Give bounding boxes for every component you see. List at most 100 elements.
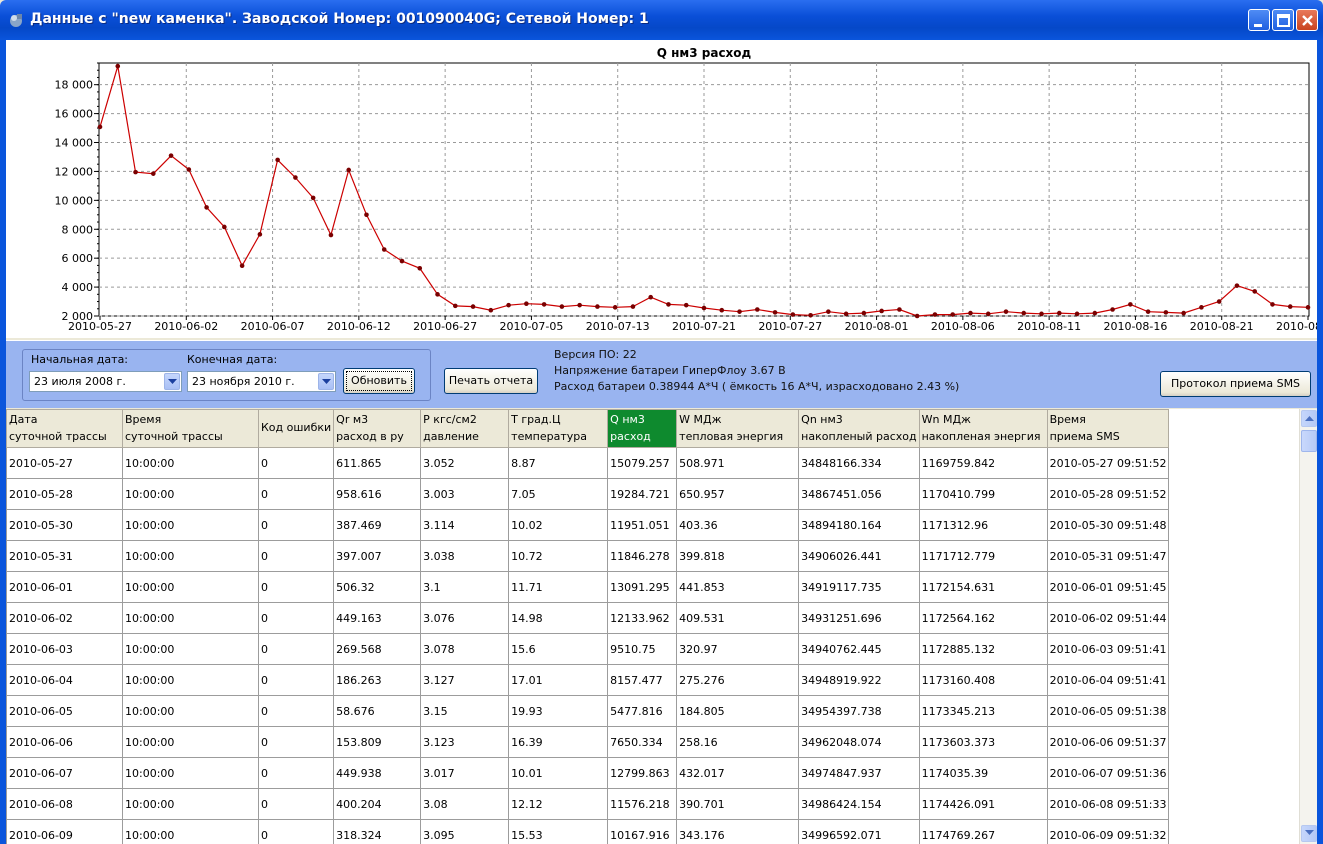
table-row[interactable]: 2010-06-05 10:00:00 0 58.676 3.15 19.93 5477.8… — [6, 695, 1170, 727]
table-cell[interactable]: 2010-06-09 — [6, 819, 123, 844]
column-header[interactable]: Дата суточной трассы — [6, 409, 123, 448]
column-header[interactable]: T град.Ц температура — [508, 409, 609, 448]
column-header[interactable]: Q нм3 расход — [607, 409, 678, 448]
table-row[interactable]: 2010-05-28 10:00:00 0 958.616 3.003 7.05 19284… — [6, 478, 1170, 510]
table-cell[interactable]: 3.114 — [420, 509, 510, 541]
table-cell[interactable]: 2010-05-27 — [6, 447, 123, 479]
table-cell[interactable]: 958.616 — [333, 478, 422, 510]
table-cell[interactable]: 10:00:00 — [122, 602, 259, 634]
table-row[interactable]: 2010-06-08 10:00:00 0 400.204 3.08 12.12 11576… — [6, 788, 1170, 820]
table-cell[interactable]: 0 — [257, 540, 335, 572]
maximize-button[interactable] — [1272, 9, 1294, 31]
table-cell[interactable]: 2010-05-28 09:51:52 — [1046, 478, 1170, 510]
column-header[interactable]: Время приема SMS — [1046, 409, 1170, 448]
table-cell[interactable]: 2010-06-02 09:51:44 — [1046, 602, 1170, 634]
column-header[interactable]: W МДж тепловая энергия — [676, 409, 800, 448]
table-cell[interactable]: 14.98 — [508, 602, 609, 634]
table-cell[interactable]: 2010-05-31 09:51:47 — [1046, 540, 1170, 572]
table-cell[interactable]: 0 — [257, 571, 335, 603]
table-cell[interactable]: 10:00:00 — [122, 695, 259, 727]
table-cell[interactable]: 34974847.937 — [798, 757, 920, 789]
table-row[interactable]: 2010-06-03 10:00:00 0 269.568 3.078 15.6 9510.… — [6, 633, 1170, 665]
table-cell[interactable]: 2010-06-02 — [6, 602, 123, 634]
table-cell[interactable]: 10:00:00 — [122, 509, 259, 541]
table-cell[interactable]: 0 — [257, 757, 335, 789]
table-cell[interactable]: 3.095 — [420, 819, 510, 844]
table-row[interactable]: 2010-06-06 10:00:00 0 153.809 3.123 16.39 7650… — [6, 726, 1170, 758]
column-header[interactable]: Qn нм3 накопленый расход — [798, 409, 920, 448]
table-cell[interactable]: 2010-06-09 09:51:32 — [1046, 819, 1170, 844]
table-cell[interactable]: 10:00:00 — [122, 757, 259, 789]
table-row[interactable]: 2010-06-09 10:00:00 0 318.324 3.095 15.53 1016… — [6, 819, 1170, 844]
table-cell[interactable]: 3.038 — [420, 540, 510, 572]
table-cell[interactable]: 0 — [257, 509, 335, 541]
table-cell[interactable]: 0 — [257, 695, 335, 727]
table-cell[interactable]: 320.97 — [676, 633, 800, 665]
table-cell[interactable]: 1171712.779 — [918, 540, 1048, 572]
table-cell[interactable]: 269.568 — [333, 633, 422, 665]
table-cell[interactable]: 10:00:00 — [122, 633, 259, 665]
table-cell[interactable]: 10:00:00 — [122, 788, 259, 820]
table-row[interactable]: 2010-06-04 10:00:00 0 186.263 3.127 17.01 8157… — [6, 664, 1170, 696]
table-cell[interactable]: 403.36 — [676, 509, 800, 541]
table-cell[interactable]: 506.32 — [333, 571, 422, 603]
table-cell[interactable]: 11951.051 — [607, 509, 678, 541]
scroll-up-button[interactable] — [1301, 410, 1317, 427]
table-cell[interactable]: 1174035.39 — [918, 757, 1048, 789]
table-cell[interactable]: 650.957 — [676, 478, 800, 510]
table-cell[interactable]: 2010-05-30 09:51:48 — [1046, 509, 1170, 541]
table-cell[interactable]: 611.865 — [333, 447, 422, 479]
table-cell[interactable]: 2010-05-31 — [6, 540, 123, 572]
start-date-picker[interactable]: 23 июля 2008 г. — [29, 371, 182, 392]
table-cell[interactable]: 1172885.132 — [918, 633, 1048, 665]
column-header[interactable]: Код ошибки — [257, 409, 335, 448]
table-cell[interactable]: 343.176 — [676, 819, 800, 844]
table-cell[interactable]: 58.676 — [333, 695, 422, 727]
table-cell[interactable]: 0 — [257, 664, 335, 696]
end-date-picker[interactable]: 23 ноября 2010 г. — [187, 371, 336, 392]
table-cell[interactable]: 153.809 — [333, 726, 422, 758]
sms-log-button[interactable]: Протокол приема SMS — [1160, 371, 1311, 397]
column-header[interactable]: Время суточной трассы — [122, 409, 259, 448]
table-cell[interactable]: 10:00:00 — [122, 571, 259, 603]
refresh-button[interactable]: Обновить — [343, 368, 415, 394]
table-cell[interactable]: 2010-06-07 09:51:36 — [1046, 757, 1170, 789]
table-cell[interactable]: 1170410.799 — [918, 478, 1048, 510]
table-cell[interactable]: 11846.278 — [607, 540, 678, 572]
vertical-scrollbar[interactable] — [1299, 409, 1317, 844]
table-cell[interactable]: 2010-06-03 09:51:41 — [1046, 633, 1170, 665]
table-cell[interactable]: 2010-05-30 — [6, 509, 123, 541]
table-cell[interactable]: 7650.334 — [607, 726, 678, 758]
table-cell[interactable]: 15079.257 — [607, 447, 678, 479]
table-cell[interactable]: 2010-06-04 09:51:41 — [1046, 664, 1170, 696]
table-cell[interactable]: 2010-06-05 09:51:38 — [1046, 695, 1170, 727]
table-cell[interactable]: 8.87 — [508, 447, 609, 479]
column-header[interactable]: Wn МДж накопленая энергия — [918, 409, 1048, 448]
table-cell[interactable]: 10.02 — [508, 509, 609, 541]
table-cell[interactable]: 10:00:00 — [122, 664, 259, 696]
table-cell[interactable]: 0 — [257, 819, 335, 844]
table-cell[interactable]: 12799.863 — [607, 757, 678, 789]
table-row[interactable]: 2010-05-27 10:00:00 0 611.865 3.052 8.87 15079… — [6, 447, 1170, 479]
table-cell[interactable]: 16.39 — [508, 726, 609, 758]
table-cell[interactable]: 10:00:00 — [122, 726, 259, 758]
table-cell[interactable]: 34919117.735 — [798, 571, 920, 603]
table-cell[interactable]: 2010-05-28 — [6, 478, 123, 510]
table-cell[interactable]: 34931251.696 — [798, 602, 920, 634]
table-cell[interactable]: 0 — [257, 447, 335, 479]
table-cell[interactable]: 449.938 — [333, 757, 422, 789]
table-cell[interactable]: 13091.295 — [607, 571, 678, 603]
table-cell[interactable]: 34848166.334 — [798, 447, 920, 479]
table-cell[interactable]: 432.017 — [676, 757, 800, 789]
table-cell[interactable]: 2010-05-27 09:51:52 — [1046, 447, 1170, 479]
table-cell[interactable]: 10.72 — [508, 540, 609, 572]
table-cell[interactable]: 1171312.96 — [918, 509, 1048, 541]
table-cell[interactable]: 34954397.738 — [798, 695, 920, 727]
table-cell[interactable]: 1172154.631 — [918, 571, 1048, 603]
table-cell[interactable]: 318.324 — [333, 819, 422, 844]
table-cell[interactable]: 409.531 — [676, 602, 800, 634]
table-cell[interactable]: 12133.962 — [607, 602, 678, 634]
table-cell[interactable]: 449.163 — [333, 602, 422, 634]
table-row[interactable]: 2010-06-07 10:00:00 0 449.938 3.017 10.01 1279… — [6, 757, 1170, 789]
table-cell[interactable]: 3.076 — [420, 602, 510, 634]
